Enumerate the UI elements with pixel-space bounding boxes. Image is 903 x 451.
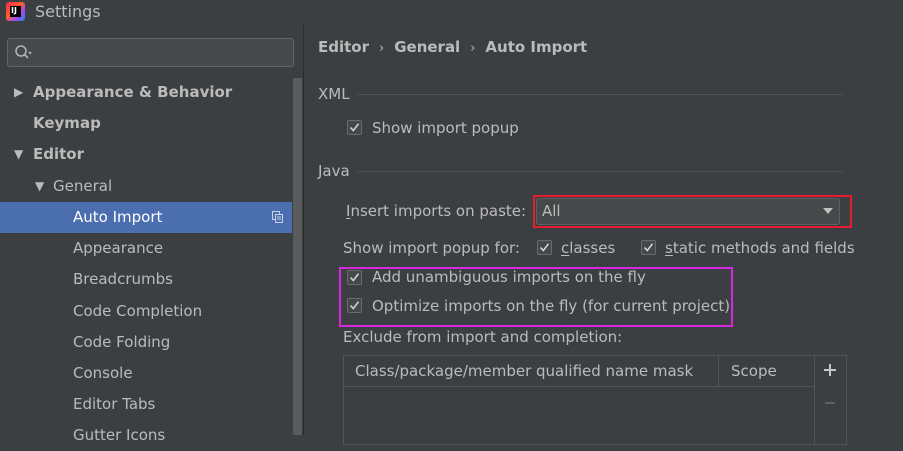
static-methods-label[interactable]: static methods and fields — [665, 239, 855, 257]
add-icon[interactable] — [822, 362, 838, 378]
search-icon — [15, 45, 32, 59]
app-logo-label: IJ — [10, 6, 21, 17]
exclude-label: Exclude from import and completion: — [343, 328, 623, 346]
tree-scrollbar-thumb[interactable] — [293, 78, 302, 435]
tree-item-label: Code Completion — [73, 302, 203, 320]
highlight-box-red — [533, 195, 852, 228]
section-divider — [357, 171, 843, 172]
breadcrumb-item-general: General — [394, 38, 461, 56]
tree-item-auto-import[interactable]: Auto Import — [0, 202, 303, 233]
highlight-box-magenta — [339, 267, 733, 327]
collapse-arrow-icon[interactable]: ▼ — [35, 171, 44, 202]
tree-item-label: Appearance & Behavior — [33, 83, 233, 101]
section-title-java: Java — [318, 162, 350, 180]
checkmark-icon — [539, 243, 550, 252]
tree-item-editor[interactable]: ▼ Editor — [0, 139, 292, 170]
tree-item-label: General — [53, 177, 113, 195]
tree-item-label: Keymap — [33, 114, 101, 132]
tree-item-keymap[interactable]: Keymap — [0, 108, 292, 139]
breadcrumb-item-editor: Editor — [318, 38, 369, 56]
tree-item-general[interactable]: ▼ General — [0, 171, 292, 202]
tree-item-label: Code Folding — [73, 333, 171, 351]
breadcrumb-separator: › — [470, 41, 476, 56]
label-rest: lasses — [569, 239, 616, 257]
show-import-popup-label[interactable]: Show import popup — [372, 119, 519, 137]
tree-item-gutter-icons[interactable]: Gutter Icons — [0, 420, 292, 451]
tree-item-appearance-behavior[interactable]: ▶ Appearance & Behavior — [0, 77, 292, 108]
tree-item-label: Auto Import — [73, 208, 163, 226]
expand-arrow-icon[interactable]: ▶ — [14, 77, 23, 108]
static-methods-checkbox[interactable] — [641, 240, 656, 255]
column-header-mask[interactable]: Class/package/member qualified name mask — [355, 362, 693, 380]
mnemonic-letter: c — [561, 239, 570, 257]
tree-item-appearance[interactable]: Appearance — [0, 233, 292, 264]
breadcrumb-item-auto-import: Auto Import — [485, 38, 588, 56]
tree-item-label: Breadcrumbs — [73, 270, 173, 288]
title-bar — [0, 0, 903, 25]
app-logo-icon: IJ — [6, 2, 25, 21]
column-header-scope[interactable]: Scope — [731, 362, 777, 380]
tree-item-code-folding[interactable]: Code Folding — [0, 327, 292, 358]
label-rest: tatic methods and fields — [672, 239, 855, 257]
remove-icon[interactable] — [822, 395, 838, 411]
tree-item-label: Appearance — [73, 239, 164, 257]
tree-item-label: Console — [73, 364, 133, 382]
settings-search-input[interactable] — [7, 38, 294, 67]
tree-item-editor-tabs[interactable]: Editor Tabs — [0, 389, 292, 420]
section-divider — [357, 94, 843, 95]
tree-item-label: Editor Tabs — [73, 395, 156, 413]
project-settings-icon — [272, 211, 283, 223]
breadcrumb-separator: › — [379, 41, 385, 56]
collapse-arrow-icon[interactable]: ▼ — [14, 139, 23, 170]
insert-imports-on-paste-label: Insert imports on paste: — [346, 202, 526, 220]
window-title: Settings — [35, 2, 101, 21]
section-title-xml: XML — [318, 85, 350, 103]
tree-item-console[interactable]: Console — [0, 358, 292, 389]
breadcrumb: Editor › General › Auto Import — [318, 38, 587, 56]
tree-item-label: Editor — [33, 145, 84, 163]
classes-label[interactable]: classes — [561, 239, 615, 257]
tree-item-label: Gutter Icons — [73, 426, 166, 444]
mnemonic-letter: s — [665, 239, 673, 257]
column-divider[interactable] — [718, 356, 719, 386]
classes-checkbox[interactable] — [537, 240, 552, 255]
checkmark-icon — [643, 243, 654, 252]
checkmark-icon — [349, 123, 360, 132]
label-rest: nsert imports on paste: — [350, 202, 527, 220]
show-import-popup-checkbox[interactable] — [347, 120, 362, 135]
show-import-popup-for-label: Show import popup for: — [343, 239, 520, 257]
tree-item-breadcrumbs[interactable]: Breadcrumbs — [0, 264, 292, 295]
tree-item-code-completion[interactable]: Code Completion — [0, 296, 292, 327]
